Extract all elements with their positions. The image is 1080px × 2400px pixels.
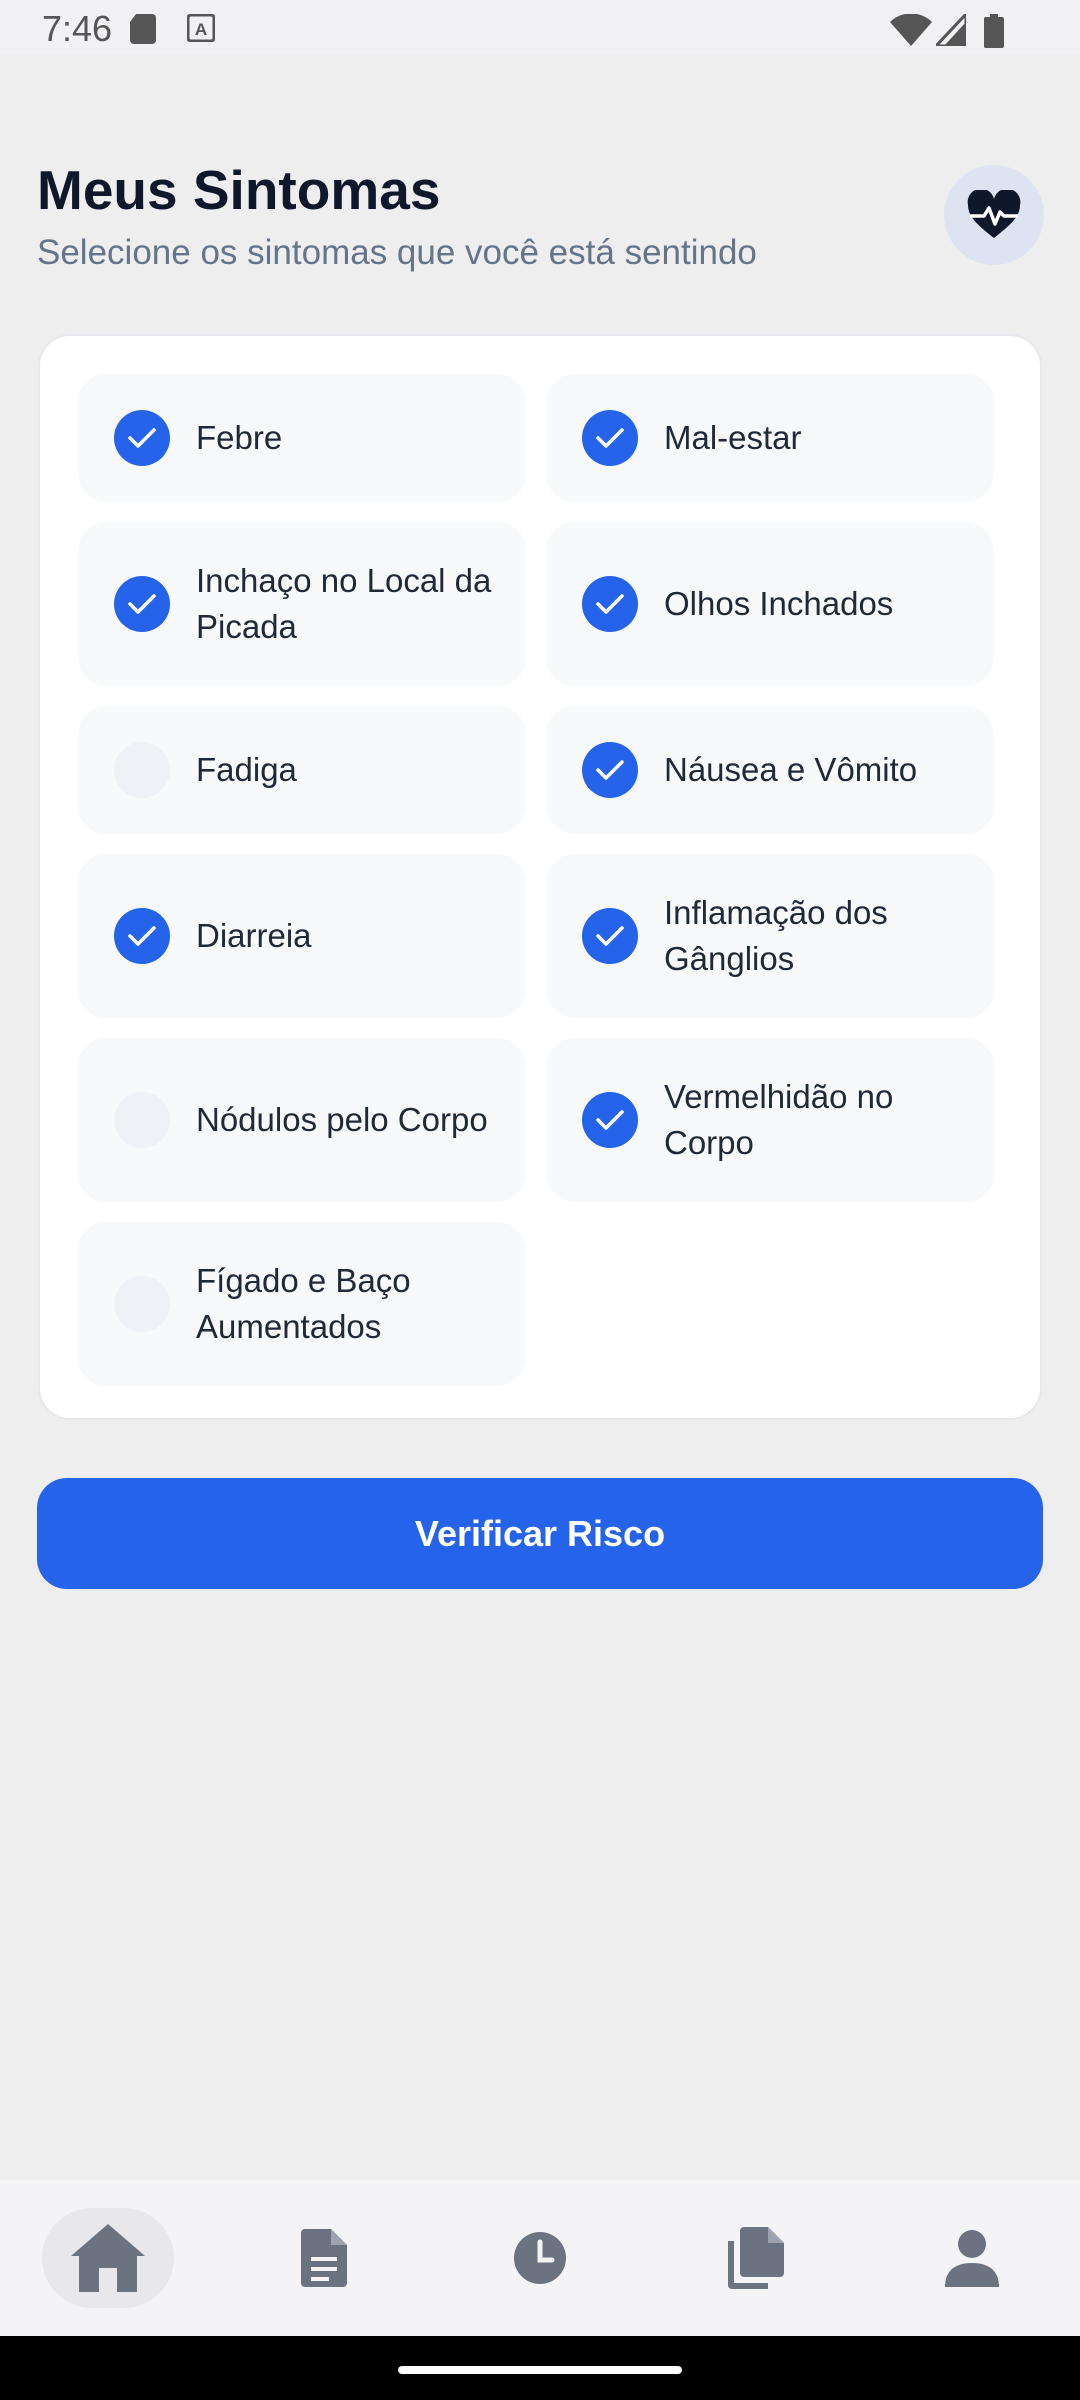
nav-files[interactable]	[648, 2180, 864, 2336]
checkbox-checked[interactable]	[114, 576, 170, 632]
symptom-label: Inflamação dos Gânglios	[664, 894, 888, 977]
home-gesture-handle[interactable]	[398, 2366, 682, 2374]
system-gesture-bar	[0, 2336, 1080, 2400]
verify-risk-button[interactable]: Verificar Risco	[37, 1478, 1043, 1589]
status-time: 7:46	[42, 8, 113, 49]
symptom-label: Inchaço no Local da Picada	[196, 562, 492, 645]
symptom-label: Mal-estar	[664, 419, 802, 456]
health-button[interactable]	[944, 165, 1044, 265]
heart-pulse-icon	[967, 190, 1021, 238]
symptom-febre[interactable]: Febre	[78, 374, 526, 502]
nav-profile[interactable]	[864, 2180, 1080, 2336]
symptom-label: Diarreia	[196, 917, 312, 954]
profile-icon	[945, 2230, 999, 2287]
page-subtitle: Selecione os sintomas que você está sent…	[37, 233, 757, 272]
symptom-label: Fígado e Baço Aumentados	[196, 1262, 411, 1345]
checkbox-checked[interactable]	[582, 576, 638, 632]
check-icon	[596, 1110, 624, 1130]
symptom-nodulos-corpo[interactable]: Nódulos pelo Corpo	[78, 1038, 526, 1202]
symptom-label: Febre	[196, 419, 283, 456]
nav-home[interactable]	[0, 2180, 216, 2336]
symptom-label: Vermelhidão no Corpo	[664, 1078, 894, 1161]
nav-history[interactable]	[432, 2180, 648, 2336]
checkbox-unchecked[interactable]	[114, 1276, 170, 1332]
symptom-nausea-vomito[interactable]: Náusea e Vômito	[546, 706, 994, 834]
check-icon	[128, 926, 156, 946]
page-title: Meus Sintomas	[37, 159, 441, 221]
symptom-fadiga[interactable]: Fadiga	[78, 706, 526, 834]
symptom-mal-estar[interactable]: Mal-estar	[546, 374, 994, 502]
checkbox-unchecked[interactable]	[114, 742, 170, 798]
svg-text:A: A	[195, 20, 207, 39]
symptom-label: Fadiga	[196, 751, 297, 788]
symptom-inchaco-picada[interactable]: Inchaço no Local da Picada	[78, 522, 526, 686]
bottom-nav	[0, 2180, 1080, 2336]
checkbox-checked[interactable]	[114, 908, 170, 964]
symptom-figado-baco[interactable]: Fígado e Baço Aumentados	[78, 1222, 526, 1386]
checkbox-checked[interactable]	[114, 410, 170, 466]
checkbox-checked[interactable]	[582, 742, 638, 798]
check-icon	[596, 428, 624, 448]
check-icon	[128, 428, 156, 448]
symptom-diarreia[interactable]: Diarreia	[78, 854, 526, 1018]
checkbox-checked[interactable]	[582, 908, 638, 964]
check-icon	[128, 594, 156, 614]
sd-card-icon	[130, 14, 156, 44]
symptom-label: Náusea e Vômito	[664, 751, 918, 788]
check-icon	[596, 760, 624, 780]
files-icon	[728, 2227, 784, 2289]
nav-documents[interactable]	[216, 2180, 432, 2336]
document-icon	[301, 2229, 347, 2287]
symptom-inflamacao-ganglios[interactable]: Inflamação dos Gânglios	[546, 854, 994, 1018]
symptoms-card: Febre Mal-estar Inchaço no Local da Pica…	[38, 334, 1042, 1420]
wifi-icon	[890, 14, 932, 46]
signal-icon	[936, 14, 966, 46]
symptom-olhos-inchados[interactable]: Olhos Inchados	[546, 522, 994, 686]
check-icon	[596, 594, 624, 614]
battery-icon	[984, 14, 1004, 48]
symptom-label: Olhos Inchados	[664, 585, 894, 622]
checkbox-unchecked[interactable]	[114, 1092, 170, 1148]
check-icon	[596, 926, 624, 946]
symptom-label: Nódulos pelo Corpo	[196, 1101, 488, 1138]
home-icon	[71, 2224, 145, 2292]
checkbox-checked[interactable]	[582, 410, 638, 466]
keyboard-a-icon: A	[187, 14, 215, 42]
status-bar: 7:46 A	[0, 0, 1080, 54]
symptom-vermelhidao-corpo[interactable]: Vermelhidão no Corpo	[546, 1038, 994, 1202]
clock-icon	[514, 2232, 566, 2284]
checkbox-checked[interactable]	[582, 1092, 638, 1148]
